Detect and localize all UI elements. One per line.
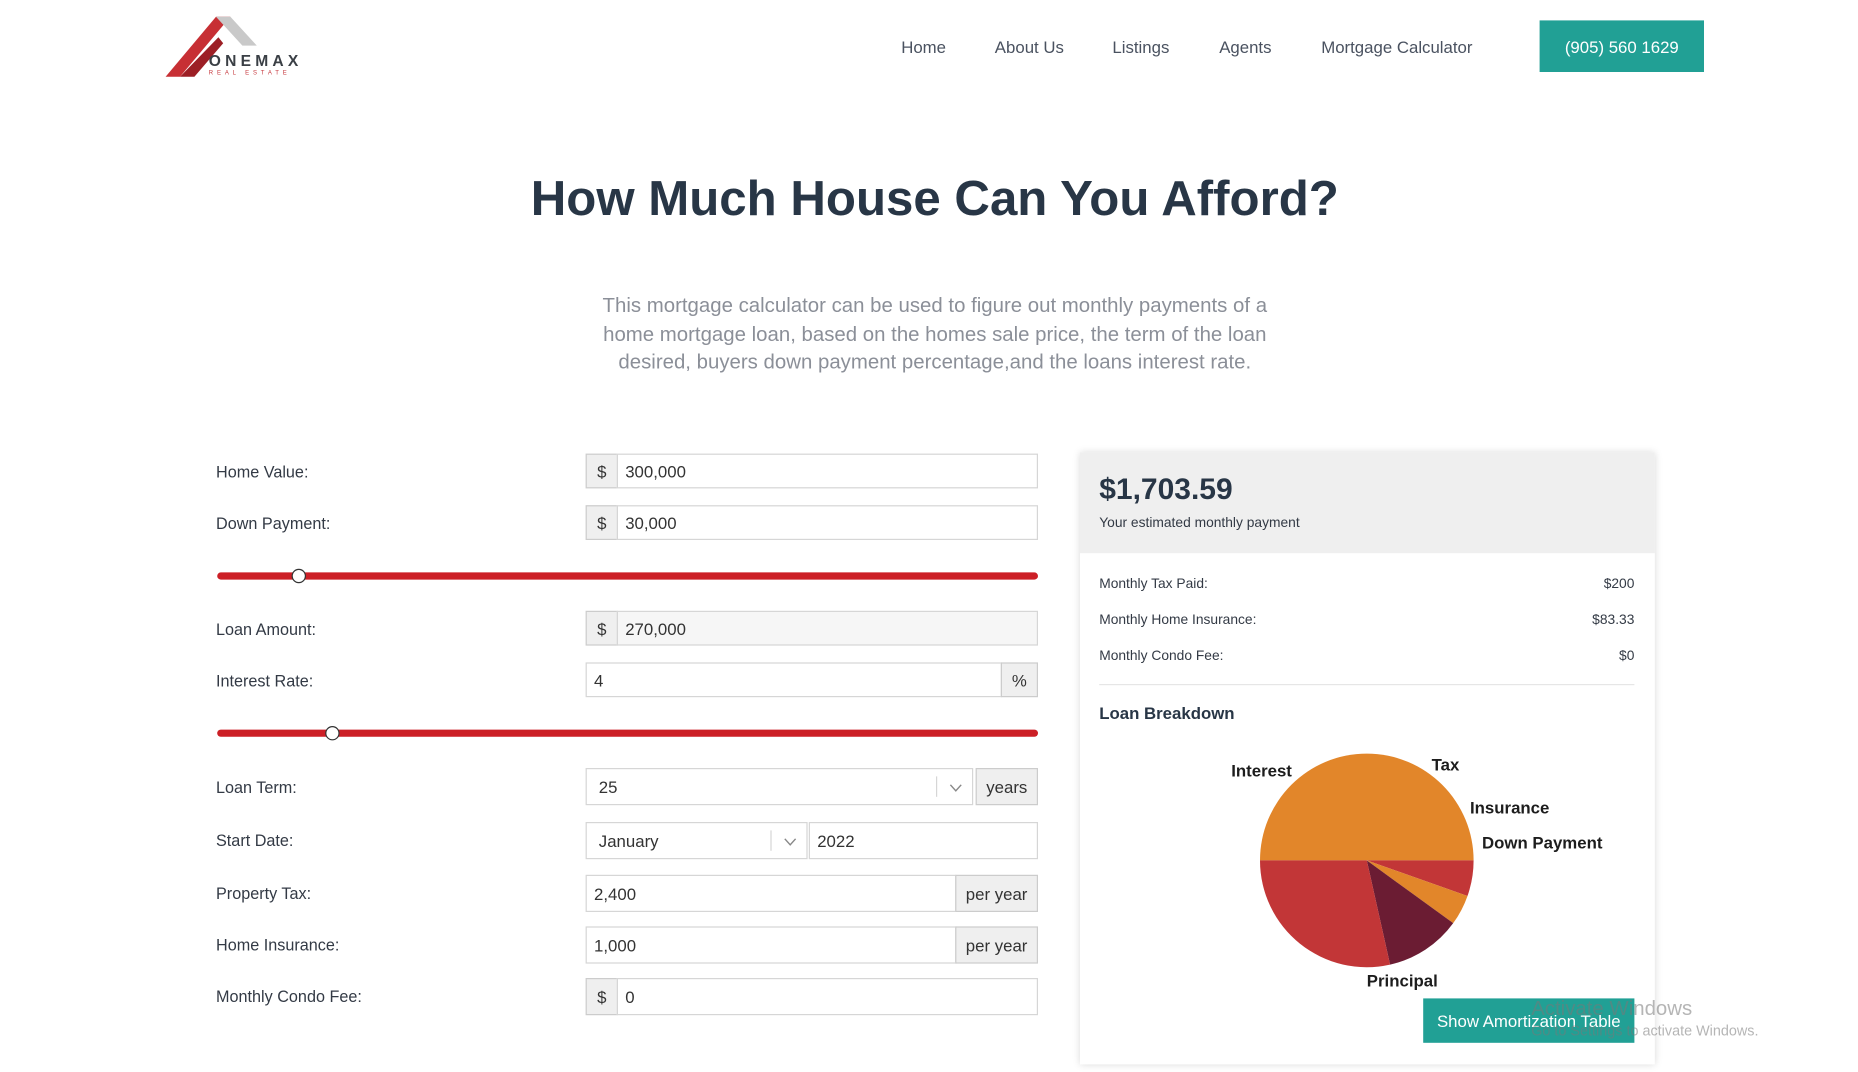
property-tax-per-year-addon: per year [955, 874, 1038, 913]
loan-term-label: Loan Term: [216, 778, 297, 797]
home-value-input[interactable]: 300,000 [616, 453, 1038, 489]
nav-home[interactable]: Home [901, 37, 946, 56]
chevron-down-icon [784, 838, 797, 846]
pie-label-interest: Interest [1231, 760, 1292, 781]
page: ONEMAX REAL ESTATE Home About Us Listing… [0, 0, 1858, 1072]
start-date-label: Start Date: [216, 831, 294, 850]
monthly-payment-label: Your estimated monthly payment [1099, 516, 1300, 531]
home-value-label: Home Value: [216, 463, 309, 482]
loan-term-text: 25 [598, 777, 618, 797]
down-payment-text: 30,000 [625, 513, 677, 533]
home-insurance-label: Home Insurance: [216, 936, 340, 955]
interest-rate-text: 4 [594, 670, 604, 690]
monthly-payment-amount: $1,703.59 [1099, 472, 1233, 507]
monthly-insurance-value: $83.33 [1592, 613, 1635, 628]
down-payment-slider-track[interactable] [217, 572, 1038, 580]
pie-label-principal: Principal [1366, 970, 1438, 991]
pie-label-down-payment: Down Payment [1482, 832, 1603, 853]
property-tax-input[interactable]: 2,400 [585, 874, 957, 913]
card-divider [1099, 684, 1635, 686]
loan-amount-input[interactable]: 270,000 [616, 610, 1038, 646]
condo-fee-currency-addon: $ [585, 978, 618, 1016]
start-year-input[interactable]: 2022 [808, 822, 1038, 860]
condo-fee-text: 0 [625, 987, 635, 1007]
page-subtitle: This mortgage calculator can be used to … [602, 294, 1268, 374]
property-tax-label: Property Tax: [216, 884, 312, 903]
logo[interactable]: ONEMAX REAL ESTATE [163, 14, 319, 81]
pie-label-insurance: Insurance [1470, 798, 1550, 818]
interest-rate-label: Interest Rate: [216, 672, 314, 690]
payment-summary-header: $1,703.59 Your estimated monthly payment [1080, 452, 1655, 554]
nav-mortgage-calculator[interactable]: Mortgage Calculator [1321, 37, 1472, 56]
start-month-select[interactable]: January [585, 822, 808, 860]
property-tax-text: 2,400 [594, 883, 637, 904]
condo-fee-input[interactable]: 0 [616, 978, 1038, 1016]
home-value-text: 300,000 [625, 461, 686, 481]
loan-amount-text: 270,000 [625, 618, 686, 638]
home-insurance-text: 1,000 [594, 935, 637, 955]
nav-about-us[interactable]: About Us [995, 37, 1064, 56]
down-payment-label: Down Payment: [216, 514, 331, 533]
phone-button[interactable]: (905) 560 1629 [1539, 20, 1705, 72]
nav-listings[interactable]: Listings [1112, 37, 1169, 56]
monthly-tax-value: $200 [1603, 577, 1635, 592]
loan-amount-label: Loan Amount: [216, 620, 316, 639]
pie-label-tax: Tax [1431, 754, 1460, 775]
interest-rate-slider-track[interactable] [217, 729, 1038, 737]
start-year-text: 2022 [817, 831, 855, 851]
loan-term-select[interactable]: 25 [585, 768, 974, 806]
interest-rate-input[interactable]: 4 [585, 662, 1003, 698]
monthly-condo-value: $0 [1619, 649, 1635, 664]
nav-agents[interactable]: Agents [1219, 37, 1271, 56]
chevron-down-icon [949, 784, 962, 792]
condo-fee-label: Monthly Condo Fee: [216, 987, 362, 1006]
activate-windows-subtext: Go to Settings to activate Windows. [1531, 1022, 1759, 1040]
down-payment-slider-thumb[interactable] [292, 568, 307, 584]
logo-subtitle: REAL ESTATE [208, 69, 291, 77]
start-month-text: January [598, 831, 659, 851]
home-value-currency-addon: $ [585, 453, 618, 489]
percent-addon: % [1000, 662, 1038, 698]
down-payment-input[interactable]: 30,000 [616, 505, 1038, 540]
activate-windows-watermark: Activate Windows [1531, 997, 1693, 1021]
monthly-tax-label: Monthly Tax Paid: [1099, 577, 1208, 592]
monthly-insurance-label: Monthly Home Insurance: [1099, 613, 1257, 628]
interest-rate-slider-thumb[interactable] [324, 726, 340, 741]
select-divider [770, 830, 772, 851]
home-insurance-per-year-addon: per year [955, 926, 1038, 964]
monthly-condo-label: Monthly Condo Fee: [1099, 649, 1224, 664]
down-payment-currency-addon: $ [585, 505, 618, 540]
page-title: How Much House Can You Afford? [530, 170, 1339, 226]
select-divider [936, 776, 938, 797]
payment-summary-card: $1,703.59 Your estimated monthly payment… [1080, 452, 1655, 1065]
years-addon: years [975, 768, 1038, 806]
home-insurance-input[interactable]: 1,000 [585, 926, 957, 964]
logo-name: ONEMAX [208, 51, 303, 70]
loan-amount-currency-addon: $ [585, 610, 618, 646]
